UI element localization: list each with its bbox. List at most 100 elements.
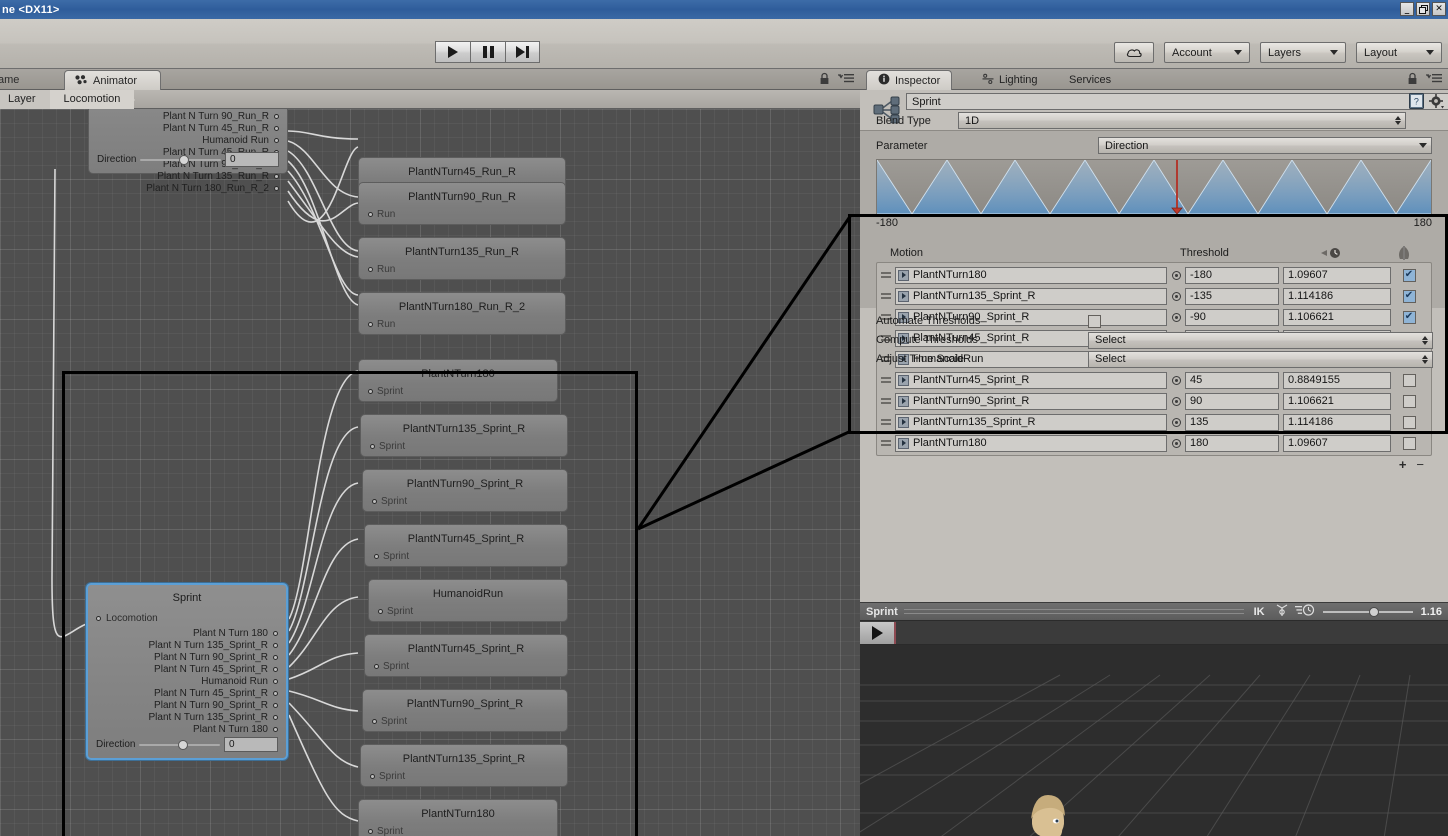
- blend-type-dropdown[interactable]: 1D: [958, 112, 1406, 129]
- tab-inspector[interactable]: Inspector: [866, 70, 953, 90]
- object-picker-icon[interactable]: [1167, 270, 1185, 280]
- port-dot[interactable]: [378, 609, 383, 614]
- port-dot[interactable]: [372, 719, 377, 724]
- motion-speed[interactable]: 1.114186: [1283, 287, 1391, 305]
- remove-motion-button[interactable]: −: [1416, 457, 1424, 472]
- compute-thresholds-dropdown[interactable]: Select: [1088, 331, 1433, 349]
- adjust-time-scale-dropdown[interactable]: Select: [1088, 350, 1433, 368]
- motion-mirror-toggle[interactable]: [1391, 268, 1427, 282]
- motion-row[interactable]: PlantNTurn180 -180 1.09607: [881, 266, 1427, 284]
- state-node[interactable]: PlantNTurn135_Run_R Run: [358, 237, 566, 280]
- port-dot[interactable]: [368, 322, 373, 327]
- automate-thresholds-checkbox[interactable]: [1088, 314, 1101, 328]
- port-dot[interactable]: [273, 630, 278, 636]
- animator-graph-canvas[interactable]: Plant N Turn 90_Run_R Plant N Turn 45_Ru…: [0, 109, 860, 836]
- state-node[interactable]: PlantNTurn90_Sprint_R Sprint: [362, 689, 568, 732]
- port-dot[interactable]: [273, 666, 278, 672]
- motion-mirror-toggle[interactable]: [1391, 289, 1427, 303]
- cloud-button[interactable]: [1114, 42, 1154, 63]
- direction-value[interactable]: 0: [225, 152, 279, 167]
- state-node[interactable]: PlantNTurn45_Sprint_R Sprint: [364, 524, 568, 567]
- port-dot[interactable]: [374, 554, 379, 559]
- motion-object-field[interactable]: PlantNTurn90_Sprint_R: [895, 392, 1167, 410]
- motion-object-field[interactable]: PlantNTurn135_Sprint_R: [895, 413, 1167, 431]
- direction-value[interactable]: 0: [224, 737, 278, 752]
- state-node[interactable]: PlantNTurn180_Run_R_2 Run: [358, 292, 566, 335]
- motion-object-field[interactable]: PlantNTurn180: [895, 266, 1167, 284]
- port-dot[interactable]: [370, 774, 375, 779]
- sprint-blend-tree-node[interactable]: Sprint Locomotion Plant N Turn 180 Plant…: [86, 583, 288, 760]
- state-node[interactable]: HumanoidRun Sprint: [368, 579, 568, 622]
- tab-services[interactable]: Services: [1058, 70, 1122, 90]
- playback-speed-icon[interactable]: [1294, 603, 1315, 620]
- state-node[interactable]: PlantNTurn135_Sprint_R Sprint: [360, 414, 568, 457]
- motion-threshold[interactable]: -135: [1185, 287, 1279, 305]
- port-dot[interactable]: [370, 444, 375, 449]
- blend-visualization[interactable]: [876, 159, 1432, 215]
- port-dot[interactable]: [274, 185, 279, 191]
- layers-button[interactable]: Layers: [1260, 42, 1346, 63]
- state-node[interactable]: PlantNTurn180 Sprint: [358, 359, 558, 402]
- motion-row[interactable]: PlantNTurn90_Sprint_R 90 1.106621: [881, 392, 1427, 410]
- lock-icon[interactable]: [1407, 72, 1418, 88]
- port-dot[interactable]: [273, 678, 278, 684]
- object-picker-icon[interactable]: [1167, 375, 1185, 385]
- port-dot[interactable]: [368, 267, 373, 272]
- motion-row[interactable]: PlantNTurn135_Sprint_R -135 1.114186: [881, 287, 1427, 305]
- hamburger-menu-icon[interactable]: [838, 73, 854, 87]
- mirror-icon[interactable]: [1386, 245, 1422, 260]
- maximize-button[interactable]: [1416, 2, 1430, 16]
- drag-handle-icon[interactable]: [881, 270, 895, 280]
- minimize-button[interactable]: _: [1400, 2, 1414, 16]
- motion-object-field[interactable]: PlantNTurn135_Sprint_R: [895, 287, 1167, 305]
- account-button[interactable]: Account: [1164, 42, 1250, 63]
- drag-handle-icon[interactable]: [881, 438, 895, 448]
- motion-mirror-toggle[interactable]: [1391, 436, 1427, 450]
- preview-viewport[interactable]: [860, 645, 1448, 836]
- run-blend-tree-node[interactable]: Plant N Turn 90_Run_R Plant N Turn 45_Ru…: [88, 109, 288, 194]
- motion-object-field[interactable]: PlantNTurn45_Sprint_R: [895, 371, 1167, 389]
- motion-threshold[interactable]: 135: [1185, 413, 1279, 431]
- port-dot[interactable]: [274, 137, 279, 143]
- drag-handle-icon[interactable]: [881, 291, 895, 301]
- motion-speed[interactable]: 0.8849155: [1283, 371, 1391, 389]
- preview-play-button[interactable]: [860, 621, 896, 644]
- port-dot[interactable]: [274, 125, 279, 131]
- state-node[interactable]: PlantNTurn45_Sprint_R Sprint: [364, 634, 568, 677]
- port-dot[interactable]: [274, 173, 279, 179]
- motion-mirror-toggle[interactable]: [1391, 394, 1427, 408]
- port-dot[interactable]: [273, 642, 278, 648]
- state-node[interactable]: PlantNTurn90_Sprint_R Sprint: [362, 469, 568, 512]
- motion-row[interactable]: PlantNTurn135_Sprint_R 135 1.114186: [881, 413, 1427, 431]
- gear-icon[interactable]: [1429, 94, 1445, 112]
- motion-threshold[interactable]: 45: [1185, 371, 1279, 389]
- direction-slider[interactable]: [139, 739, 220, 751]
- tab-animator[interactable]: Animator: [64, 70, 161, 90]
- tab-game[interactable]: ame: [0, 70, 29, 90]
- port-dot[interactable]: [374, 664, 379, 669]
- port-dot[interactable]: [273, 714, 278, 720]
- pause-button[interactable]: [470, 41, 505, 63]
- motion-object-field[interactable]: PlantNTurn180: [895, 434, 1167, 452]
- layout-button[interactable]: Layout: [1356, 42, 1442, 63]
- port-dot[interactable]: [368, 829, 373, 834]
- add-motion-button[interactable]: +: [1399, 457, 1407, 472]
- step-button[interactable]: [505, 41, 540, 63]
- help-book-icon[interactable]: ?: [1409, 93, 1424, 112]
- state-node[interactable]: PlantNTurn135_Sprint_R Sprint: [360, 744, 568, 787]
- motion-mirror-toggle[interactable]: [1391, 373, 1427, 387]
- clock-speed-icon[interactable]: [1278, 247, 1386, 259]
- lock-icon[interactable]: [819, 72, 830, 88]
- breadcrumb-item-layer[interactable]: Layer: [0, 89, 51, 109]
- motion-speed[interactable]: 1.09607: [1283, 434, 1391, 452]
- pivot-axis-icon[interactable]: [1275, 603, 1289, 620]
- port-dot[interactable]: [273, 702, 278, 708]
- state-node[interactable]: PlantNTurn180 Sprint: [358, 799, 558, 836]
- breadcrumb-item-locomotion[interactable]: Locomotion: [49, 89, 136, 109]
- play-button[interactable]: [435, 41, 470, 63]
- preview-speed-slider[interactable]: [1322, 606, 1413, 618]
- motion-threshold[interactable]: 180: [1185, 434, 1279, 452]
- ik-toggle-button[interactable]: IK: [1250, 606, 1269, 618]
- tab-lighting[interactable]: Lighting: [971, 70, 1049, 90]
- port-dot[interactable]: [96, 616, 101, 621]
